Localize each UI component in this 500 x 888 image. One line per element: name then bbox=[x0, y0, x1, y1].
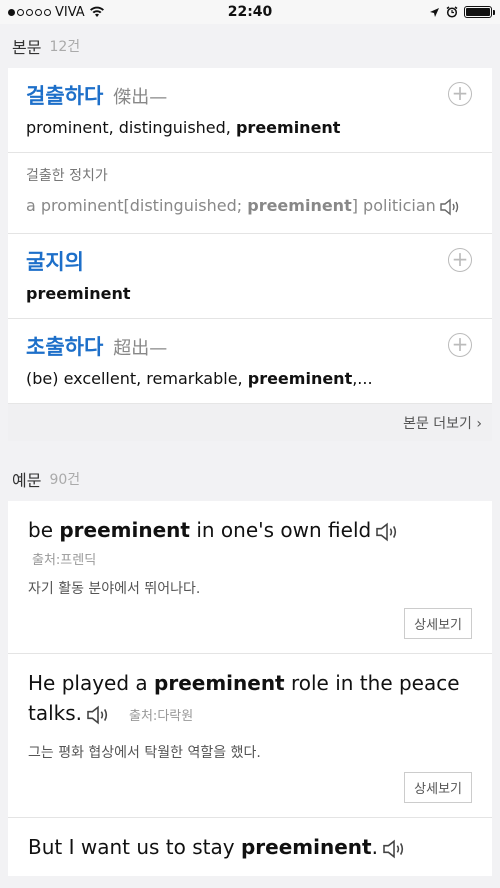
entry-example-en: a prominent[distinguished; preeminent] p… bbox=[26, 195, 474, 217]
examples-card: be preeminent in one's own field 출처:프렌딕 … bbox=[8, 501, 492, 876]
example-source: 출처:다락원 bbox=[129, 709, 194, 724]
example-sentence: But I want us to stay preeminent. bbox=[28, 832, 472, 862]
main-section-count: 12건 bbox=[49, 39, 81, 55]
add-wordbook-icon[interactable]: + bbox=[448, 82, 472, 106]
main-section-title: 본문 bbox=[12, 38, 42, 57]
entry-example-ko: 걸출한 정치가 bbox=[26, 168, 108, 184]
entry-item[interactable]: 걸출하다 傑出— prominent, distinguished, preem… bbox=[8, 68, 492, 153]
entry-word[interactable]: 굴지의 bbox=[26, 246, 84, 276]
examples-section-title: 예문 bbox=[12, 471, 42, 490]
entry-word[interactable]: 걸출하다 bbox=[26, 80, 103, 110]
entry-example: 걸출한 정치가 a prominent[distinguished; preem… bbox=[8, 153, 492, 234]
example-sentence: He played a preeminent role in the peace… bbox=[28, 671, 460, 725]
example-item[interactable]: But I want us to stay preeminent. bbox=[8, 818, 492, 876]
speaker-icon[interactable] bbox=[374, 522, 400, 542]
speaker-icon[interactable] bbox=[439, 198, 461, 216]
speaker-icon[interactable] bbox=[85, 705, 111, 725]
wifi-icon bbox=[89, 6, 104, 18]
example-source: 출처:프렌딕 bbox=[32, 553, 97, 568]
status-time: 22:40 bbox=[227, 4, 273, 20]
dictionary-card: 걸출하다 傑出— prominent, distinguished, preem… bbox=[8, 68, 492, 403]
status-left: VIVA bbox=[8, 5, 105, 20]
status-bar: VIVA 22:40 bbox=[0, 0, 500, 24]
speaker-icon[interactable] bbox=[381, 839, 407, 859]
alarm-icon bbox=[446, 6, 458, 18]
example-sentence: be preeminent in one's own field bbox=[28, 515, 472, 545]
more-main-link[interactable]: 본문 더보기 › bbox=[403, 413, 482, 433]
battery-fill bbox=[466, 8, 490, 16]
entry-definition: prominent, distinguished, preeminent bbox=[26, 118, 341, 137]
examples-section-header: 예문 90건 bbox=[0, 457, 500, 501]
status-right bbox=[429, 6, 495, 18]
example-item[interactable]: He played a preeminent role in the peace… bbox=[8, 654, 492, 818]
more-main-bar[interactable]: 본문 더보기 › bbox=[8, 403, 492, 441]
entry-word[interactable]: 초출하다 bbox=[26, 331, 103, 361]
example-translation: 자기 활동 분야에서 뛰어나다. bbox=[28, 581, 201, 597]
detail-button[interactable]: 상세보기 bbox=[404, 608, 472, 639]
detail-button[interactable]: 상세보기 bbox=[404, 772, 472, 803]
chevron-right-icon: › bbox=[476, 415, 482, 432]
examples-section-count: 90건 bbox=[49, 472, 81, 488]
entry-item[interactable]: 굴지의 preeminent + bbox=[8, 234, 492, 319]
entry-hanja: 超出— bbox=[113, 338, 168, 359]
signal-icon bbox=[8, 8, 51, 16]
battery-icon bbox=[464, 6, 495, 18]
add-wordbook-icon[interactable]: + bbox=[448, 248, 472, 272]
entry-item[interactable]: 초출하다 超出— (be) excellent, remarkable, pre… bbox=[8, 319, 492, 403]
carrier-label: VIVA bbox=[55, 4, 85, 20]
entry-definition: preeminent bbox=[26, 284, 131, 303]
add-wordbook-icon[interactable]: + bbox=[448, 333, 472, 357]
example-translation: 그는 평화 협상에서 탁월한 역할을 했다. bbox=[28, 745, 261, 761]
entry-hanja: 傑出— bbox=[113, 87, 168, 108]
example-item[interactable]: be preeminent in one's own field 출처:프렌딕 … bbox=[8, 501, 492, 654]
main-section-header: 본문 12건 bbox=[0, 24, 500, 68]
entry-definition: (be) excellent, remarkable, preeminent,.… bbox=[26, 369, 373, 388]
location-icon bbox=[430, 7, 439, 17]
